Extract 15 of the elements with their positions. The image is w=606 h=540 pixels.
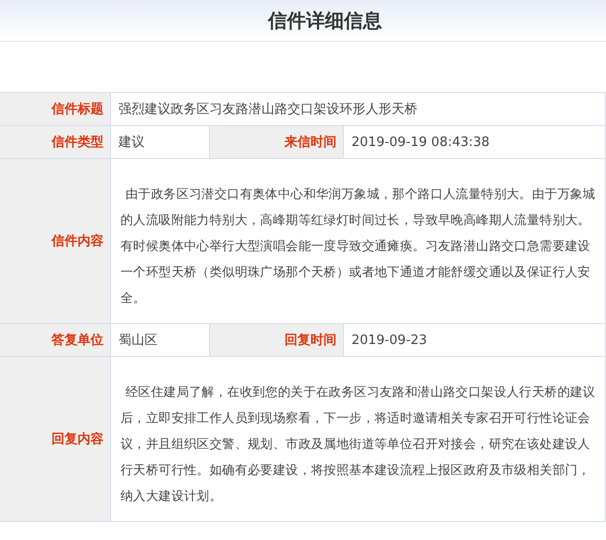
field-value: 蜀山区 (110, 324, 209, 356)
field-value: 2019-09-23 (343, 324, 606, 356)
field-value: 2019-09-19 08:43:38 (343, 126, 606, 158)
page-title: 信件详细信息 (268, 8, 382, 34)
field-label: 回复时间 (209, 324, 343, 356)
field-label: 信件内容 (0, 158, 110, 324)
field-value: 建议 (110, 126, 209, 158)
field-label: 信件类型 (0, 126, 110, 158)
field-paragraph: 由于政务区习潜交口有奥体中心和华润万象城，那个路口人流量特别大。由于万象城的人流吸附能力特别大，高峰期等红绿灯时间过长，导致早晚高峰期人流量特别大。有时候奥体中心举行大型演唱会能一度导致交通瘫痪。习友路潜山路交口急需要建设一个环型天桥（类似明珠广场那个天桥）或者地下通道才能舒缓交通以及保证行人安全。 (120, 185, 596, 307)
field-paragraph: 经区住建局了解，在收到您的关于在政务区习友路和潜山路交口架设人行天桥的建议后，立即安排工作人员到现场察看，下一步，将适时邀请相关专家召开可行性论证会议，并且组织区交警、规划、市政及属地街道等单位召开对接会，研究在该处建设人行天桥可行性。如确有必要建设，将按照基本建设流程上报区政府及市级相关部门，纳入大建设计划。 (120, 383, 596, 505)
field-label: 回复内容 (0, 356, 110, 522)
field-label: 来信时间 (209, 126, 343, 158)
field-label: 信件标题 (0, 92, 110, 126)
field-label: 答复单位 (0, 324, 110, 356)
field-value: 强烈建议政务区习友路潜山路交口架设环形人形天桥 (110, 92, 606, 126)
